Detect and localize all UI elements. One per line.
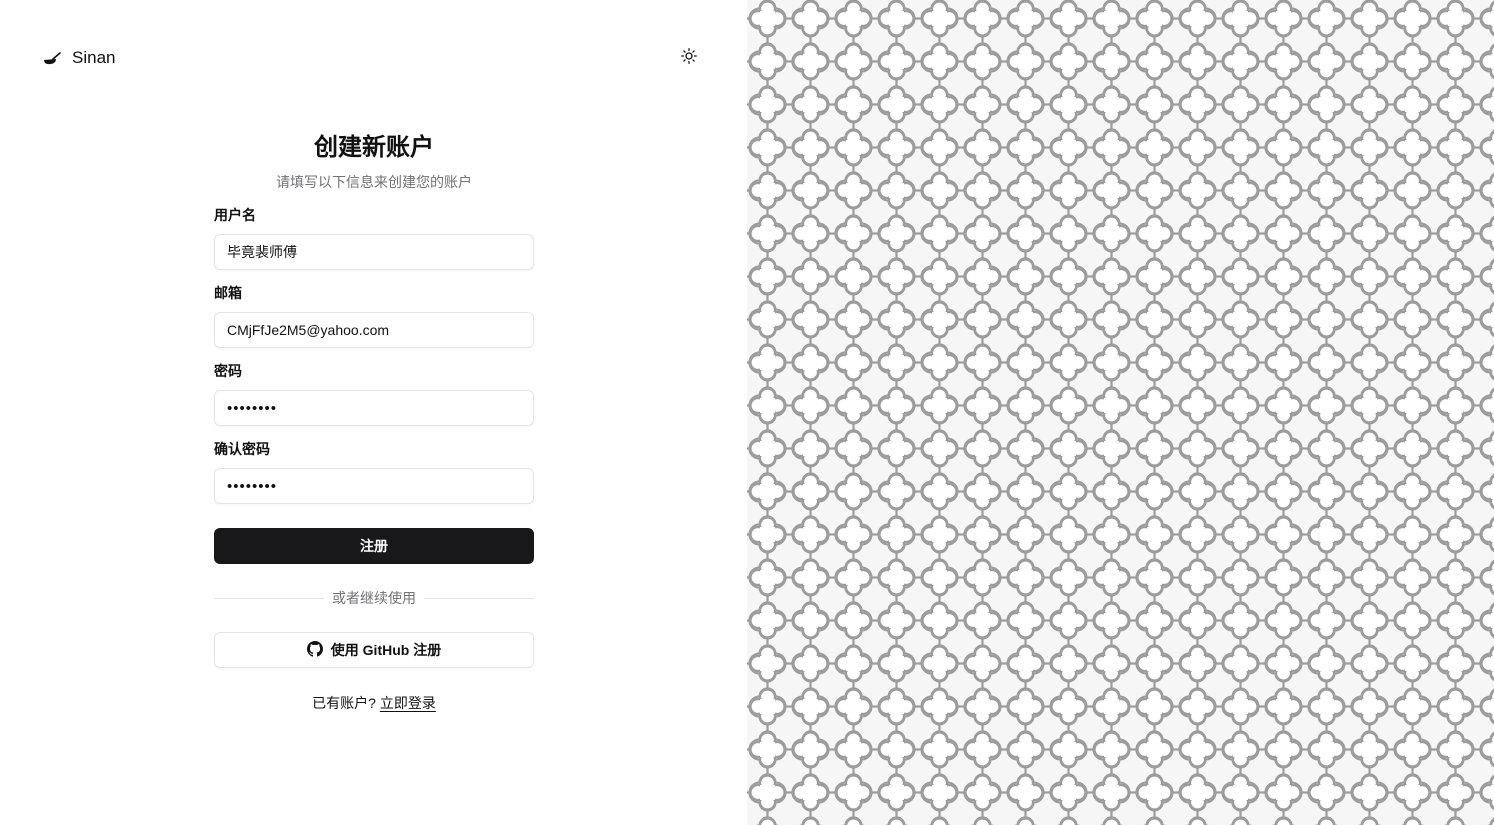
divider-line-right: [424, 597, 534, 599]
username-field-group: 用户名: [214, 206, 534, 270]
or-divider: 或者继续使用: [214, 590, 534, 606]
github-icon: [306, 640, 323, 660]
divider-text: 或者继续使用: [332, 590, 416, 606]
auth-panel: Sinan 创建新账户 请填写以下信息来创建您的账户 用户名 邮箱: [0, 0, 747, 825]
page-subtitle: 请填写以下信息来创建您的账户: [276, 174, 472, 190]
email-label: 邮箱: [214, 285, 242, 301]
login-prompt: 已有账户? 立即登录: [214, 694, 534, 712]
github-register-button[interactable]: 使用 GitHub 注册: [214, 632, 534, 668]
confirm-password-input[interactable]: [214, 468, 534, 504]
email-field-group: 邮箱: [214, 284, 534, 348]
divider-line-left: [214, 597, 324, 599]
username-input[interactable]: [214, 234, 534, 270]
sun-icon: [681, 47, 697, 69]
spoon-icon: [42, 48, 62, 68]
brand-name: Sinan: [72, 48, 116, 67]
signup-form: 创建新账户 请填写以下信息来创建您的账户 用户名 邮箱 密码 确认密码 注册 或…: [214, 130, 534, 712]
password-field-group: 密码: [214, 362, 534, 426]
brand[interactable]: Sinan: [42, 46, 115, 70]
password-label: 密码: [214, 363, 242, 379]
login-link[interactable]: 立即登录: [380, 695, 436, 711]
quatrefoil-pattern: [747, 0, 1494, 825]
username-label: 用户名: [214, 207, 256, 223]
confirm-password-label: 确认密码: [214, 441, 270, 457]
theme-toggle-button[interactable]: [677, 46, 701, 70]
register-button[interactable]: 注册: [214, 528, 534, 564]
login-prompt-text: 已有账户?: [312, 695, 376, 711]
email-input[interactable]: [214, 312, 534, 348]
confirm-password-field-group: 确认密码: [214, 440, 534, 504]
password-input[interactable]: [214, 390, 534, 426]
page-title: 创建新账户: [314, 134, 434, 161]
github-button-label: 使用 GitHub 注册: [330, 642, 442, 658]
decorative-pattern-panel: [747, 0, 1494, 825]
